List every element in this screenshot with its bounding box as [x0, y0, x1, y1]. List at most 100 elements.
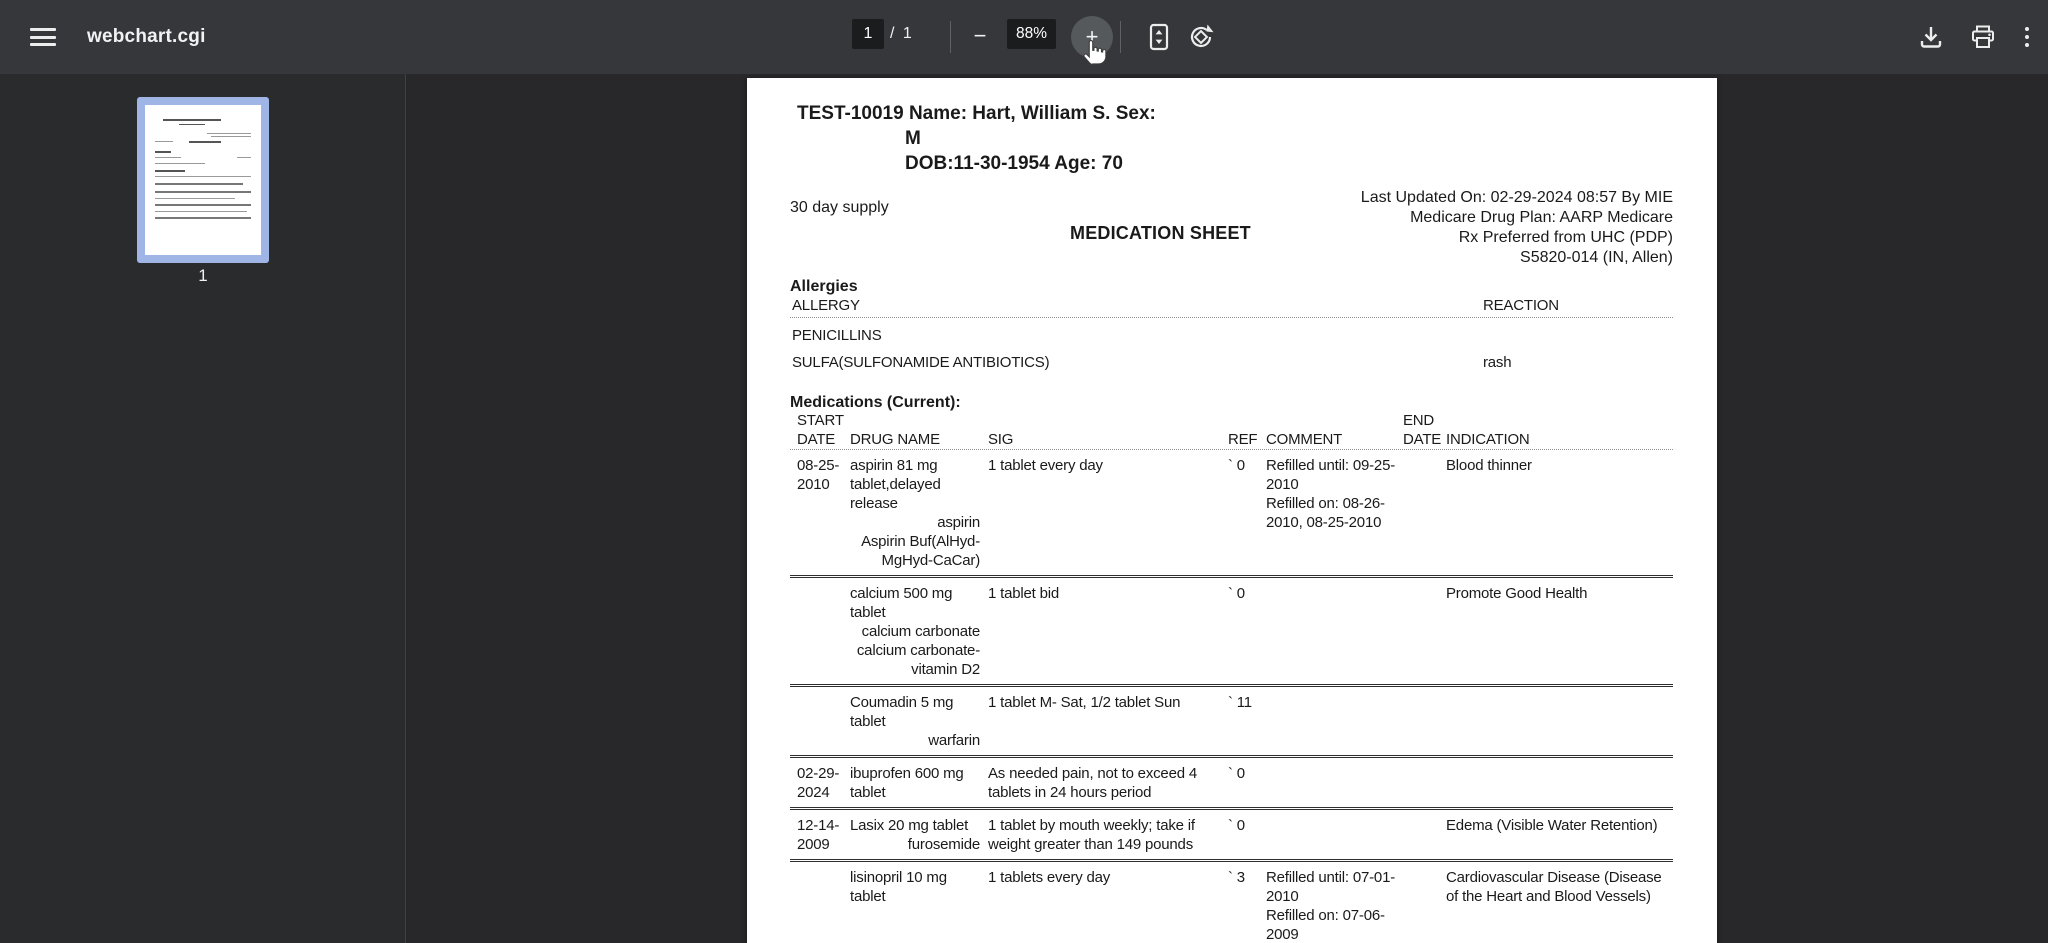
cell-indication: Edema (Visible Water Retention) [1446, 817, 1658, 834]
table-row: lisinopril 10 mg tablet 1 tablets every d… [790, 862, 1673, 943]
col-ref: REF [1228, 431, 1258, 448]
plan-info-line: Rx Preferred from UHC (PDP) [1458, 229, 1673, 246]
pdf-toolbar: webchart.cgi / 1 − 88% + [0, 0, 2048, 74]
table-row: calcium 500 mg tablet calcium carbonate ca… [790, 578, 1673, 687]
cell-drug-name: ibuprofen 600 mg tablet [850, 764, 988, 802]
cell-ref: ` 3 [1228, 869, 1245, 886]
cell-drug-name: lisinopril 10 mg tablet [850, 868, 988, 943]
allergies-heading: Allergies [790, 278, 858, 295]
cell-ref: ` 0 [1228, 817, 1245, 834]
plan-info-line: Medicare Drug Plan: AARP Medicare [1410, 209, 1673, 226]
cell-drug-name: aspirin 81 mg tablet,delayed release aspi… [850, 456, 988, 570]
cell-sig: As needed pain, not to exceed 4 tablets … [988, 765, 1197, 801]
col-indication: INDICATION [1446, 431, 1530, 448]
medications-header-row: START DATE DRUG NAME SIG REF COMMENT END D… [790, 411, 1673, 449]
cell-ref: ` 0 [1228, 765, 1245, 782]
rotate-counterclockwise-icon [1190, 24, 1214, 48]
table-row: Coumadin 5 mg tablet warfarin 1 tablet M- … [790, 687, 1673, 758]
comment-line: Refilled until: 09-25-2010 [1266, 457, 1396, 493]
drug-generic-name: calcium carbonate [861, 623, 981, 640]
allergy-cell: PENICILLINS [792, 327, 882, 344]
plan-info-line: Last Updated On: 02-29-2024 08:57 By MIE [1360, 189, 1673, 206]
zoom-level[interactable]: 88% [1007, 19, 1056, 49]
zoom-in-button[interactable]: + [1071, 16, 1113, 58]
col-comment: COMMENT [1266, 431, 1343, 448]
page-count: / 1 [890, 25, 914, 42]
reaction-cell: rash [1483, 354, 1512, 371]
cell-sig: 1 tablet bid [988, 585, 1059, 602]
cell-comment [1266, 584, 1403, 679]
cell-start-date [790, 693, 850, 750]
plan-info-line: S5820-014 (IN, Allen) [1520, 249, 1673, 266]
medications-table: START DATE DRUG NAME SIG REF COMMENT END D… [790, 411, 1673, 943]
col-reaction: REACTION [1483, 297, 1559, 314]
thumbnail-page-number: 1 [198, 266, 208, 285]
cell-sig: 1 tablets every day [988, 869, 1111, 886]
cell-comment: Refilled until: 09-25-2010 Refilled on: 0… [1266, 456, 1403, 570]
table-row: 12-14-2009 Lasix 20 mg tablet furosemide 1 … [790, 810, 1673, 862]
allergies-table: ALLERGY REACTION PENICILLINS SULFA(SULFON… [790, 296, 1673, 372]
zoom-out-icon: − [973, 23, 987, 48]
comment-line: Refilled on: 08-26-2010, 08-25-2010 [1266, 495, 1385, 531]
cell-sig: 1 tablet every day [988, 457, 1103, 474]
supply-note: 30 day supply [790, 199, 889, 216]
fit-page-button[interactable] [1143, 21, 1175, 53]
toolbar-divider [950, 21, 951, 53]
cell-indication: Promote Good Health [1446, 585, 1588, 602]
drug-generic-name: Aspirin Buf(AlHyd-MgHyd-CaCar) [861, 533, 980, 569]
plan-info-block: Last Updated On: 02-29-2024 08:57 By MIE… [1361, 188, 1673, 268]
table-row: 02-29-2024 ibuprofen 600 mg tablet As need… [790, 758, 1673, 810]
comment-line: Refilled until: 07-01-2010 [1266, 869, 1396, 905]
cell-end-date [1403, 816, 1446, 854]
more-vertical-icon[interactable] [2014, 21, 2040, 53]
drug-generic-name: furosemide [907, 836, 980, 853]
patient-dob-age: DOB:11-30-1954 Age: 70 [905, 153, 1123, 174]
drug-name: Lasix 20 mg tablet [850, 817, 969, 834]
rotate-button[interactable] [1185, 21, 1217, 53]
cell-start-date: 08-25-2010 [797, 457, 840, 493]
drug-name: Coumadin 5 mg tablet [850, 694, 954, 730]
cell-ref: ` 0 [1228, 457, 1245, 474]
cell-indication [1446, 764, 1673, 802]
document-page: TEST-10019 Name: Hart, William S. Sex: M… [747, 78, 1717, 943]
col-end: END [1403, 412, 1435, 429]
cell-comment [1266, 764, 1403, 802]
cell-end-date [1403, 584, 1446, 679]
thumbnail-preview [145, 105, 261, 255]
drug-generic-name: warfarin [928, 732, 980, 749]
thumbnail-sidebar: 1 [0, 74, 406, 943]
cell-drug-name: calcium 500 mg tablet calcium carbonate ca… [850, 584, 988, 679]
table-row: SULFA(SULFONAMIDE ANTIBIOTICS) rash [790, 353, 1673, 372]
page-thumbnail[interactable] [137, 97, 269, 263]
cell-end-date [1403, 868, 1446, 943]
col-allergy: ALLERGY [792, 297, 860, 314]
zoom-out-button[interactable]: − [963, 19, 997, 53]
fit-page-icon [1149, 23, 1169, 51]
page-number-input[interactable] [852, 19, 884, 49]
divider [790, 317, 1673, 318]
table-row: 08-25-2010 aspirin 81 mg tablet,delayed r… [790, 450, 1673, 578]
download-button[interactable] [1914, 21, 1948, 53]
cell-end-date [1403, 693, 1446, 750]
patient-id-name: TEST-10019 Name: Hart, William S. Sex: [797, 103, 1156, 124]
document-title: webchart.cgi [87, 26, 206, 47]
cell-indication [1446, 693, 1673, 750]
print-icon [1972, 25, 1994, 48]
cell-start-date: 02-29-2024 [797, 765, 840, 801]
cell-comment [1266, 816, 1403, 854]
col-start: START [797, 412, 844, 429]
cell-sig: 1 tablet M- Sat, 1/2 tablet Sun [988, 694, 1181, 711]
cell-comment [1266, 693, 1403, 750]
cell-end-date [1403, 456, 1446, 570]
cell-indication: Cardiovascular Disease (Disease of the H… [1446, 869, 1662, 905]
print-button[interactable] [1966, 21, 2000, 53]
drug-name: lisinopril 10 mg tablet [850, 869, 947, 905]
download-icon [1920, 27, 1942, 48]
drug-generic-name: calcium carbonate-vitamin D2 [856, 642, 980, 678]
cell-start-date: 12-14-2009 [797, 817, 840, 853]
cell-ref: ` 11 [1228, 694, 1252, 711]
pdf-viewer-area[interactable]: TEST-10019 Name: Hart, William S. Sex: M… [407, 74, 2048, 943]
cell-sig: 1 tablet by mouth weekly; take if weight… [988, 817, 1195, 853]
menu-icon[interactable] [30, 25, 56, 49]
drug-name: aspirin 81 mg tablet,delayed release [850, 457, 941, 512]
